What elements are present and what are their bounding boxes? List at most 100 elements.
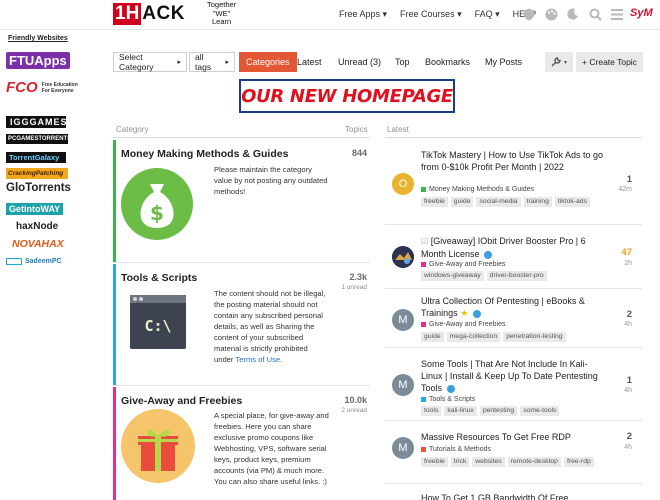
select-category-dropdown[interactable]: Select Category ▸ bbox=[113, 52, 187, 72]
sidebar-site-igggames[interactable]: IGGGAMES bbox=[6, 116, 67, 128]
sidebar-site-ftuapps[interactable]: FTUApps bbox=[6, 52, 70, 69]
sidebar-site-torrentgalaxy[interactable]: TorrentGalaxy bbox=[6, 152, 66, 163]
terminal-icon: C:\ bbox=[130, 295, 186, 349]
menu-icon[interactable] bbox=[609, 6, 625, 22]
tab-top[interactable]: Top bbox=[395, 52, 410, 72]
topic-age[interactable]: 4h bbox=[624, 444, 632, 451]
tag[interactable]: guide bbox=[421, 332, 444, 342]
topic-category[interactable]: Give-Away and Freebies bbox=[421, 261, 506, 268]
topic-row[interactable]: ☑ [Giveaway] IObit Driver Booster Pro | … bbox=[385, 226, 642, 289]
shield-icon[interactable] bbox=[521, 6, 537, 22]
nav-free-courses[interactable]: Free Courses ▾ bbox=[400, 9, 462, 20]
gift-icon bbox=[121, 409, 195, 483]
topic-row[interactable]: M Some Tools | That Are Not Include In K… bbox=[385, 349, 642, 421]
reply-count[interactable]: 2 bbox=[627, 309, 632, 320]
category-row[interactable]: Money Making Methods & Guides $ Please m… bbox=[113, 140, 370, 263]
create-topic-button[interactable]: + Create Topic bbox=[576, 52, 643, 72]
topic-age[interactable]: 2h bbox=[624, 260, 632, 267]
category-unread-count[interactable]: 1 unread bbox=[341, 284, 367, 291]
site-logo[interactable]: 1H ACK bbox=[113, 3, 185, 25]
palette-icon[interactable] bbox=[543, 6, 559, 22]
pcgamestorrents-logo: PCGAMESTORRENTS bbox=[6, 134, 72, 144]
category-column-header: Category bbox=[116, 125, 149, 134]
reply-count[interactable]: 2 bbox=[627, 431, 632, 442]
tab-my-posts[interactable]: My Posts bbox=[485, 52, 522, 72]
topic-title[interactable]: How To Get 1 GB Bandwidth Of Free bbox=[421, 492, 606, 500]
avatar[interactable]: M bbox=[392, 309, 414, 331]
topic-age[interactable]: 4h bbox=[624, 387, 632, 394]
reply-count[interactable]: 1 bbox=[627, 375, 632, 386]
terms-of-use-link[interactable]: Terms of Use. bbox=[235, 355, 282, 364]
nav-free-apps[interactable]: Free Apps ▾ bbox=[339, 9, 387, 20]
all-tags-dropdown[interactable]: all tags ▸ bbox=[189, 52, 235, 72]
tab-unread[interactable]: Unread (3) bbox=[338, 52, 381, 72]
topic-category[interactable]: Tools & Scripts bbox=[421, 396, 475, 403]
tag[interactable]: some-tools bbox=[520, 406, 560, 416]
avatar[interactable]: M bbox=[392, 437, 414, 459]
category-row[interactable]: Tools & Scripts C:\ The content should n… bbox=[113, 264, 370, 386]
search-icon[interactable] bbox=[587, 6, 603, 22]
tag[interactable]: remote-desktop bbox=[507, 457, 561, 467]
category-unread-count[interactable]: 2 unread bbox=[341, 407, 367, 414]
topic-title[interactable]: Ultra Collection Of Pentesting | eBooks … bbox=[421, 295, 606, 319]
sidebar-site-haxnode[interactable]: haxNode bbox=[16, 221, 58, 232]
caret-down-icon: ▾ bbox=[563, 59, 567, 66]
topic-category[interactable]: Tutorials & Methods bbox=[421, 446, 491, 453]
tag[interactable]: freebie bbox=[421, 457, 448, 467]
topic-age[interactable]: 42m bbox=[618, 186, 632, 193]
tag[interactable]: trick bbox=[450, 457, 470, 467]
tag[interactable]: social-media bbox=[476, 197, 521, 207]
tag[interactable]: driver-booster-pro bbox=[486, 271, 547, 281]
topic-row[interactable]: How To Get 1 GB Bandwidth Of Free bbox=[385, 485, 642, 500]
category-name[interactable]: Give-Away and Freebies bbox=[121, 395, 242, 407]
tag[interactable]: training bbox=[523, 197, 552, 207]
tag[interactable]: tools bbox=[421, 406, 442, 416]
topic-title[interactable]: ☑ [Giveaway] IObit Driver Booster Pro | … bbox=[421, 235, 606, 260]
tag[interactable]: pentesting bbox=[479, 406, 518, 416]
sidebar-site-glotorrents[interactable]: GloTorrents bbox=[6, 182, 71, 194]
moon-icon[interactable] bbox=[565, 6, 581, 22]
tag[interactable]: windows-giveaway bbox=[421, 271, 484, 281]
topic-category-name: Money Making Methods & Guides bbox=[429, 186, 535, 193]
fco-subtitle: Free Education For Everyone bbox=[41, 81, 78, 94]
topic-row[interactable]: O TikTok Mastery | How to Use TikTok Ads… bbox=[385, 140, 642, 225]
sidebar-site-crackingpatching[interactable]: CrackingPatching bbox=[6, 168, 68, 179]
topic-category[interactable]: Give-Away and Freebies bbox=[421, 321, 506, 328]
sidebar-title[interactable]: Friendly Websites bbox=[8, 35, 68, 42]
topic-category[interactable]: Money Making Methods & Guides bbox=[421, 186, 534, 193]
tag[interactable]: free-rdp bbox=[563, 457, 594, 467]
tag[interactable]: kali-linux bbox=[444, 406, 477, 416]
avatar[interactable] bbox=[392, 246, 414, 268]
sidebar-site-pcgamestorrents[interactable]: PCGAMESTORRENTS bbox=[6, 134, 72, 144]
avatar[interactable]: M bbox=[392, 374, 414, 396]
tag[interactable]: penetration-testing bbox=[503, 332, 566, 342]
tag[interactable]: websites bbox=[472, 457, 505, 467]
topic-row[interactable]: M Ultra Collection Of Pentesting | eBook… bbox=[385, 290, 642, 348]
topic-age[interactable]: 4h bbox=[624, 321, 632, 328]
sidebar-site-fco[interactable]: FCO Free Education For Everyone bbox=[6, 79, 80, 96]
tag[interactable]: freebie bbox=[421, 197, 448, 207]
reply-count[interactable]: 47 bbox=[621, 247, 632, 258]
topic-title[interactable]: Massive Resources To Get Free RDP bbox=[421, 431, 606, 443]
tab-categories[interactable]: Categories bbox=[239, 52, 297, 72]
tab-latest[interactable]: Latest bbox=[297, 52, 322, 72]
user-avatar[interactable]: SyM bbox=[630, 7, 653, 19]
homepage-banner[interactable]: OUR NEW HOMEPAGE bbox=[239, 79, 455, 113]
sidebar-site-novahax[interactable]: NOVAHAX bbox=[12, 238, 64, 250]
avatar[interactable]: O bbox=[392, 173, 414, 195]
category-row[interactable]: Give-Away and Freebies A special place, … bbox=[113, 387, 370, 500]
topic-title[interactable]: Some Tools | That Are Not Include In Kal… bbox=[421, 358, 606, 394]
sidebar-site-getintoway[interactable]: GetintoWAY bbox=[6, 203, 64, 215]
category-name[interactable]: Tools & Scripts bbox=[121, 272, 197, 284]
sidebar-site-sadeempc[interactable]: SadeemPC bbox=[6, 258, 62, 265]
wrench-icon[interactable]: ▾ bbox=[545, 52, 573, 72]
nav-faq[interactable]: FAQ ▾ bbox=[475, 9, 500, 20]
reply-count[interactable]: 1 bbox=[627, 174, 632, 185]
tag[interactable]: tiktok-ads bbox=[554, 197, 590, 207]
tab-bookmarks[interactable]: Bookmarks bbox=[425, 52, 470, 72]
topic-title[interactable]: TikTok Mastery | How to Use TikTok Ads t… bbox=[421, 149, 606, 173]
tag[interactable]: mega-collection bbox=[446, 332, 501, 342]
tag[interactable]: guide bbox=[450, 197, 474, 207]
topic-row[interactable]: M Massive Resources To Get Free RDP Tuto… bbox=[385, 422, 642, 484]
category-name[interactable]: Money Making Methods & Guides bbox=[121, 148, 288, 160]
